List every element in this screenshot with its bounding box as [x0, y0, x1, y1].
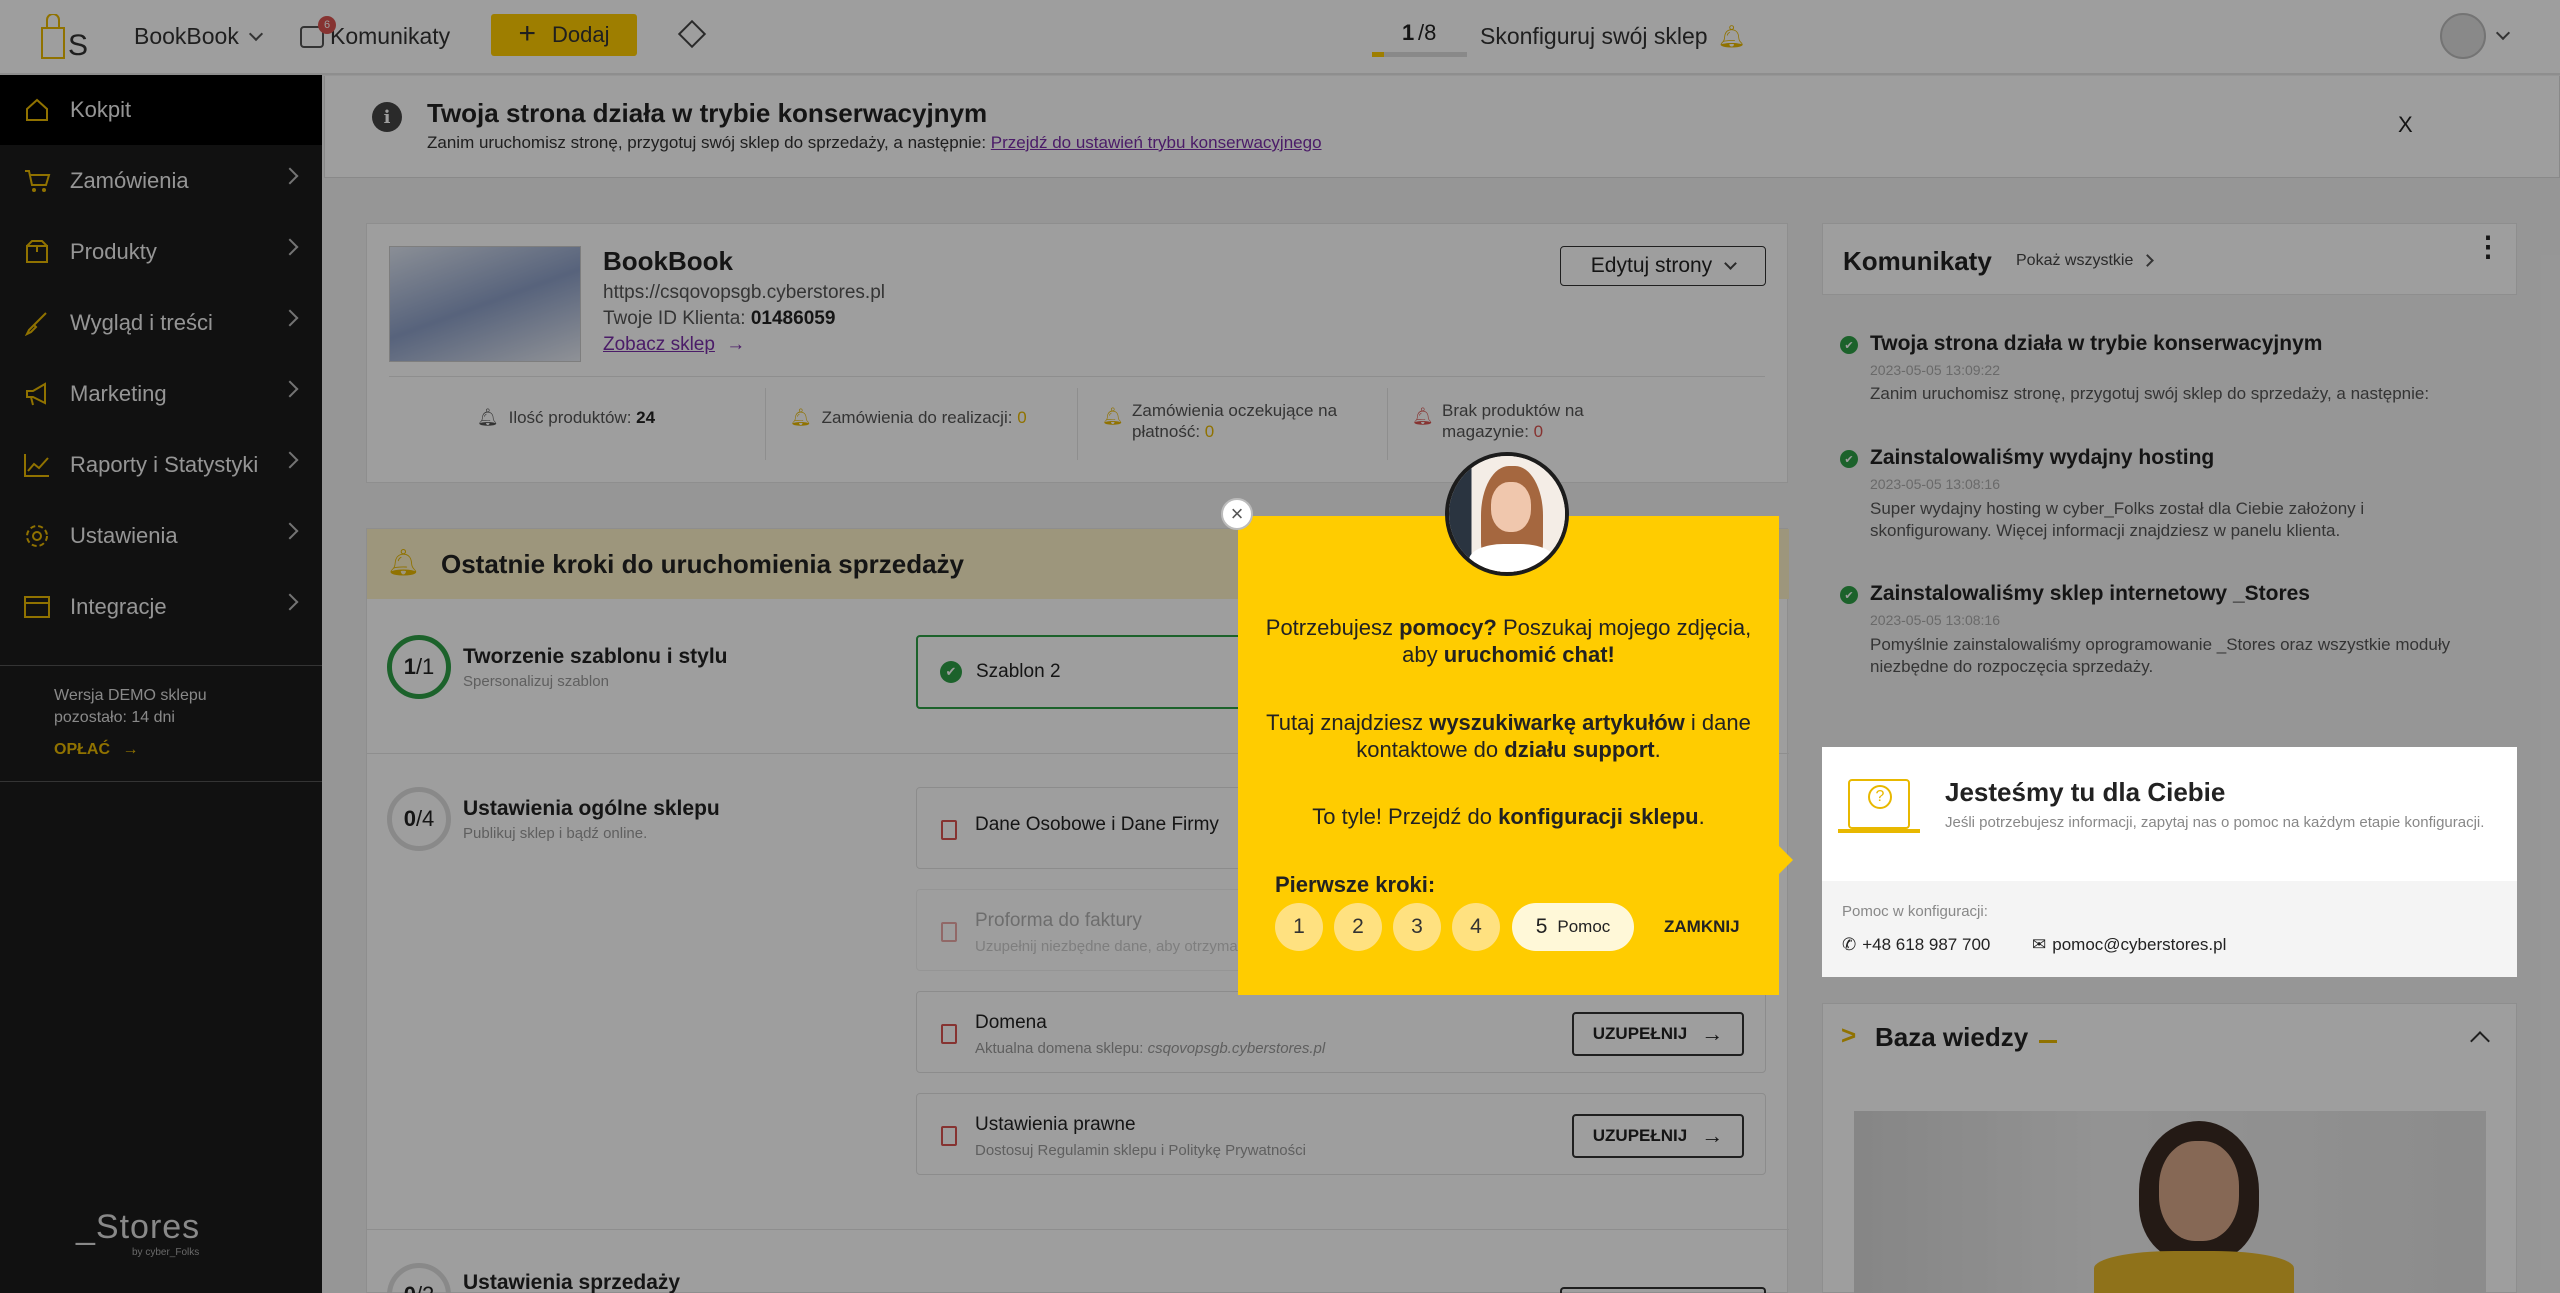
- step-4-button[interactable]: 4: [1452, 903, 1500, 951]
- t: uruchomić chat!: [1443, 642, 1615, 667]
- avatar-face: [1491, 482, 1531, 532]
- step-3-button[interactable]: 3: [1393, 903, 1441, 951]
- step-5-help-button[interactable]: 5 Pomoc: [1512, 903, 1634, 951]
- popup-line1: Potrzebujesz pomocy? Poszukaj mojego zdj…: [1238, 614, 1779, 641]
- t: .: [1698, 804, 1705, 829]
- help-title: Jesteśmy tu dla Ciebie: [1945, 777, 2226, 807]
- popup-line3: Tutaj znajdziesz wyszukiwarkę artykułów …: [1238, 709, 1779, 736]
- laptop-base: [1838, 829, 1920, 833]
- phone-icon: ✆: [1842, 935, 1857, 954]
- onboarding-popup: Potrzebujesz pomocy? Poszukaj mojego zdj…: [1238, 516, 1793, 995]
- t: Poszukaj mojego zdjęcia,: [1496, 615, 1752, 640]
- t: konfiguracji sklepu: [1498, 804, 1699, 829]
- close-icon[interactable]: ×: [1221, 498, 1253, 530]
- t: Potrzebujesz: [1265, 615, 1400, 640]
- help-card: ? Jesteśmy tu dla Ciebie Jeśli potrzebuj…: [1822, 747, 2517, 977]
- t: pomocy?: [1399, 615, 1497, 640]
- t: wyszukiwarkę artykułów: [1429, 710, 1685, 735]
- step-1-button[interactable]: 1: [1275, 903, 1323, 951]
- popup-line5: To tyle! Przejdź do konfiguracji sklepu.: [1238, 803, 1779, 830]
- help-email: pomoc@cyberstores.pl: [2052, 935, 2227, 954]
- t: aby: [1402, 642, 1444, 667]
- active-step-number: 5: [1535, 915, 1548, 938]
- help-text: Jeśli potrzebujesz informacji, zapytaj n…: [1945, 814, 2485, 831]
- popup-pointer: [1779, 846, 1793, 874]
- popup-line4: kontaktowe do działu support.: [1238, 736, 1779, 763]
- close-popup-button[interactable]: ZAMKNIJ: [1664, 917, 1740, 937]
- help-email-link[interactable]: ✉ pomoc@cyberstores.pl: [2032, 935, 2226, 955]
- active-step-label: Pomoc: [1557, 917, 1611, 936]
- laptop-help-icon: ?: [1848, 779, 1910, 829]
- step-2-button[interactable]: 2: [1334, 903, 1382, 951]
- help-card-top: ? Jesteśmy tu dla Ciebie Jeśli potrzebuj…: [1822, 747, 2517, 881]
- t: działu support: [1504, 737, 1655, 762]
- t: kontaktowe do: [1356, 737, 1505, 762]
- help-phone: +48 618 987 700: [1862, 935, 1991, 954]
- mail-icon: ✉: [2032, 935, 2047, 954]
- assistant-avatar[interactable]: [1445, 452, 1569, 576]
- avatar-shirt: [1469, 544, 1555, 572]
- t: Tutaj znajdziesz: [1266, 710, 1430, 735]
- help-config-label: Pomoc w konfiguracji:: [1842, 903, 1988, 920]
- first-steps-label: Pierwsze kroki:: [1275, 872, 1436, 897]
- popup-line2: aby uruchomić chat!: [1238, 641, 1779, 668]
- t: i dane: [1684, 710, 1751, 735]
- t: To tyle! Przejdź do: [1312, 804, 1499, 829]
- help-phone-link[interactable]: ✆ +48 618 987 700: [1842, 935, 1990, 955]
- t: .: [1654, 737, 1661, 762]
- help-contact: Pomoc w konfiguracji: ✆ +48 618 987 700 ✉…: [1822, 881, 2517, 977]
